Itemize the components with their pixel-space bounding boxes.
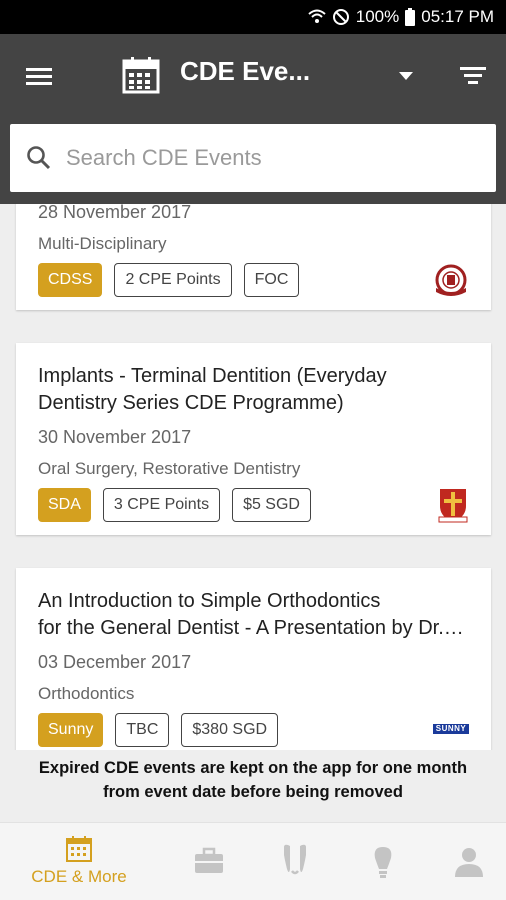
expiry-notice: Expired CDE events are kept on the app f… — [0, 756, 506, 804]
event-title-line-1: An Introduction to Simple Orthodontics — [38, 590, 381, 612]
nav-ideas[interactable] — [360, 823, 406, 900]
status-bar: 100% 05:17 PM — [0, 0, 506, 34]
sda-crest-icon — [438, 489, 468, 523]
event-tags: SDA 3 CPE Points $5 SGD — [38, 488, 311, 522]
event-list[interactable]: 28 November 2017 Multi-Disciplinary CDSS… — [0, 204, 506, 750]
cdss-logo-icon — [435, 264, 467, 296]
event-card[interactable]: Implants - Terminal Dentition (Everyday … — [16, 343, 491, 535]
event-date: 28 November 2017 — [38, 204, 192, 222]
bottom-navigation: CDE & More — [0, 822, 506, 900]
filter-icon — [460, 67, 486, 84]
event-title-line-2: Dentistry Series CDE Programme) — [38, 392, 344, 414]
search-area — [0, 122, 506, 204]
app-bar: CDE Eve... — [0, 34, 506, 122]
event-date: 03 December 2017 — [38, 652, 192, 672]
fee-tag: FOC — [243, 263, 300, 297]
battery-percent: 100% — [355, 7, 400, 26]
search-icon — [27, 146, 51, 170]
nav-jobs[interactable] — [186, 823, 232, 900]
calendar-icon — [66, 836, 92, 862]
nav-profile[interactable] — [446, 823, 492, 900]
event-card[interactable]: An Introduction to Simple Orthodontics f… — [16, 568, 491, 750]
briefcase-icon — [195, 847, 223, 873]
event-category: Multi-Disciplinary — [38, 234, 167, 253]
organizer-badge: CDSS — [38, 263, 103, 297]
cpe-points-tag: 3 CPE Points — [102, 488, 221, 522]
organizer-badge: Sunny — [38, 713, 104, 747]
notice-line-2: from event date before being removed — [103, 783, 403, 801]
hamburger-menu-icon — [26, 68, 52, 85]
wifi-icon — [308, 9, 326, 23]
event-title-line-1: Implants - Terminal Dentition (Everyday — [38, 365, 387, 387]
organizer-badge: SDA — [38, 488, 91, 522]
app-title[interactable]: CDE Eve... — [180, 56, 310, 87]
cpe-points-tag: 2 CPE Points — [114, 263, 232, 297]
dropdown-arrow-icon — [399, 72, 413, 80]
event-category: Oral Surgery, Restorative Dentistry — [38, 459, 301, 478]
search-input[interactable] — [66, 145, 466, 171]
notice-line-1: Expired CDE events are kept on the app f… — [38, 759, 468, 777]
nav-dental[interactable] — [272, 823, 318, 900]
sunny-logo: SUNNY — [433, 724, 469, 734]
do-not-disturb-icon — [332, 9, 349, 25]
battery-icon — [405, 8, 416, 26]
event-date: 30 November 2017 — [38, 427, 192, 447]
menu-button[interactable] — [22, 62, 58, 92]
event-tags: CDSS 2 CPE Points FOC — [38, 263, 300, 297]
fee-tag: $380 SGD — [181, 713, 279, 747]
clock: 05:17 PM — [421, 7, 494, 26]
event-tags: Sunny TBC $380 SGD — [38, 713, 279, 747]
lightbulb-icon — [374, 847, 392, 878]
filter-button[interactable] — [458, 62, 488, 90]
person-icon — [455, 848, 483, 877]
calendar-icon — [122, 57, 160, 94]
event-card[interactable]: 28 November 2017 Multi-Disciplinary CDSS… — [16, 204, 491, 310]
nav-cde-more-label: CDE & More — [31, 867, 127, 886]
nav-cde-more[interactable]: CDE & More — [14, 823, 144, 900]
event-category: Orthodontics — [38, 684, 135, 703]
event-title-line-2: for the General Dentist - A Presentation… — [38, 617, 469, 639]
cpe-points-tag: TBC — [115, 713, 170, 747]
teeth-icon — [284, 844, 306, 875]
search-box[interactable] — [10, 124, 496, 192]
title-dropdown-button[interactable] — [396, 68, 416, 84]
fee-tag: $5 SGD — [232, 488, 311, 522]
